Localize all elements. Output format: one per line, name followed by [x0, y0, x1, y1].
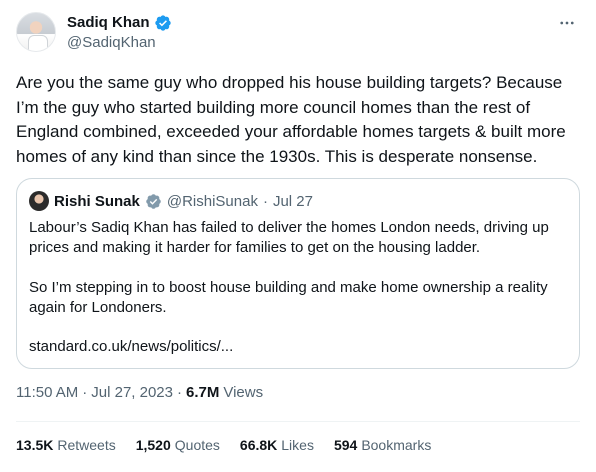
more-dots-icon: [560, 21, 574, 25]
likes-label: Likes: [281, 437, 314, 453]
quoted-header: Rishi Sunak @RishiSunak · Jul 27: [29, 191, 567, 211]
quoted-date[interactable]: Jul 27: [273, 193, 313, 210]
quotes-count: 1,520: [135, 437, 171, 453]
bookmarks-label: Bookmarks: [361, 437, 432, 453]
retweets-count: 13.5K: [16, 437, 54, 453]
likes-count: 66.8K: [239, 437, 278, 453]
quoted-verified-badge-icon: [146, 193, 161, 209]
quoted-display-name[interactable]: Rishi Sunak: [54, 193, 140, 210]
views-count: 6.7M: [186, 384, 220, 401]
meta-dot: ·: [82, 384, 88, 401]
quoted-handle[interactable]: @RishiSunak: [167, 193, 258, 210]
quoted-paragraph-2: So I’m stepping in to boost house buildi…: [29, 279, 548, 316]
bookmarks-count: 594: [333, 437, 358, 453]
quoted-tweet[interactable]: Rishi Sunak @RishiSunak · Jul 27 Labour’…: [16, 178, 580, 369]
retweets-stat[interactable]: 13.5K Retweets: [16, 437, 116, 453]
tweet-time[interactable]: 11:50 AM: [16, 384, 78, 401]
quotes-stat[interactable]: 1,520 Quotes: [136, 437, 220, 453]
quotes-label: Quotes: [174, 437, 220, 453]
verified-badge-icon: [154, 15, 171, 31]
meta-dot-2: ·: [177, 384, 182, 401]
engagement-stats: 13.5K Retweets 1,520 Quotes 66.8K Likes …: [16, 437, 431, 453]
views-label: Views: [223, 384, 264, 401]
author-avatar[interactable]: [16, 12, 56, 52]
more-options-button[interactable]: [556, 12, 578, 34]
quoted-avatar[interactable]: [29, 191, 49, 211]
author-display-name[interactable]: Sadiq Khan: [67, 13, 150, 33]
quoted-separator: ·: [262, 192, 268, 210]
likes-stat[interactable]: 66.8K Likes: [240, 437, 314, 453]
quoted-link[interactable]: standard.co.uk/news/politics/...: [29, 337, 567, 357]
author-name-row: Sadiq Khan: [67, 13, 172, 33]
tweet-meta: 11:50 AM · Jul 27, 2023 · 6.7M Views: [16, 384, 263, 401]
quoted-paragraph-gap: [29, 258, 567, 278]
bookmarks-stat[interactable]: 594 Bookmarks: [334, 437, 431, 453]
divider-top: [16, 421, 580, 422]
quoted-paragraph-1: Labour’s Sadiq Khan has failed to delive…: [29, 219, 549, 256]
tweet-date[interactable]: Jul 27, 2023: [91, 384, 173, 401]
tweet-text: Are you the same guy who dropped his hou…: [16, 73, 566, 166]
retweets-label: Retweets: [57, 437, 116, 453]
author-handle[interactable]: @SadiqKhan: [67, 33, 156, 53]
quoted-body: Labour’s Sadiq Khan has failed to delive…: [29, 218, 567, 357]
